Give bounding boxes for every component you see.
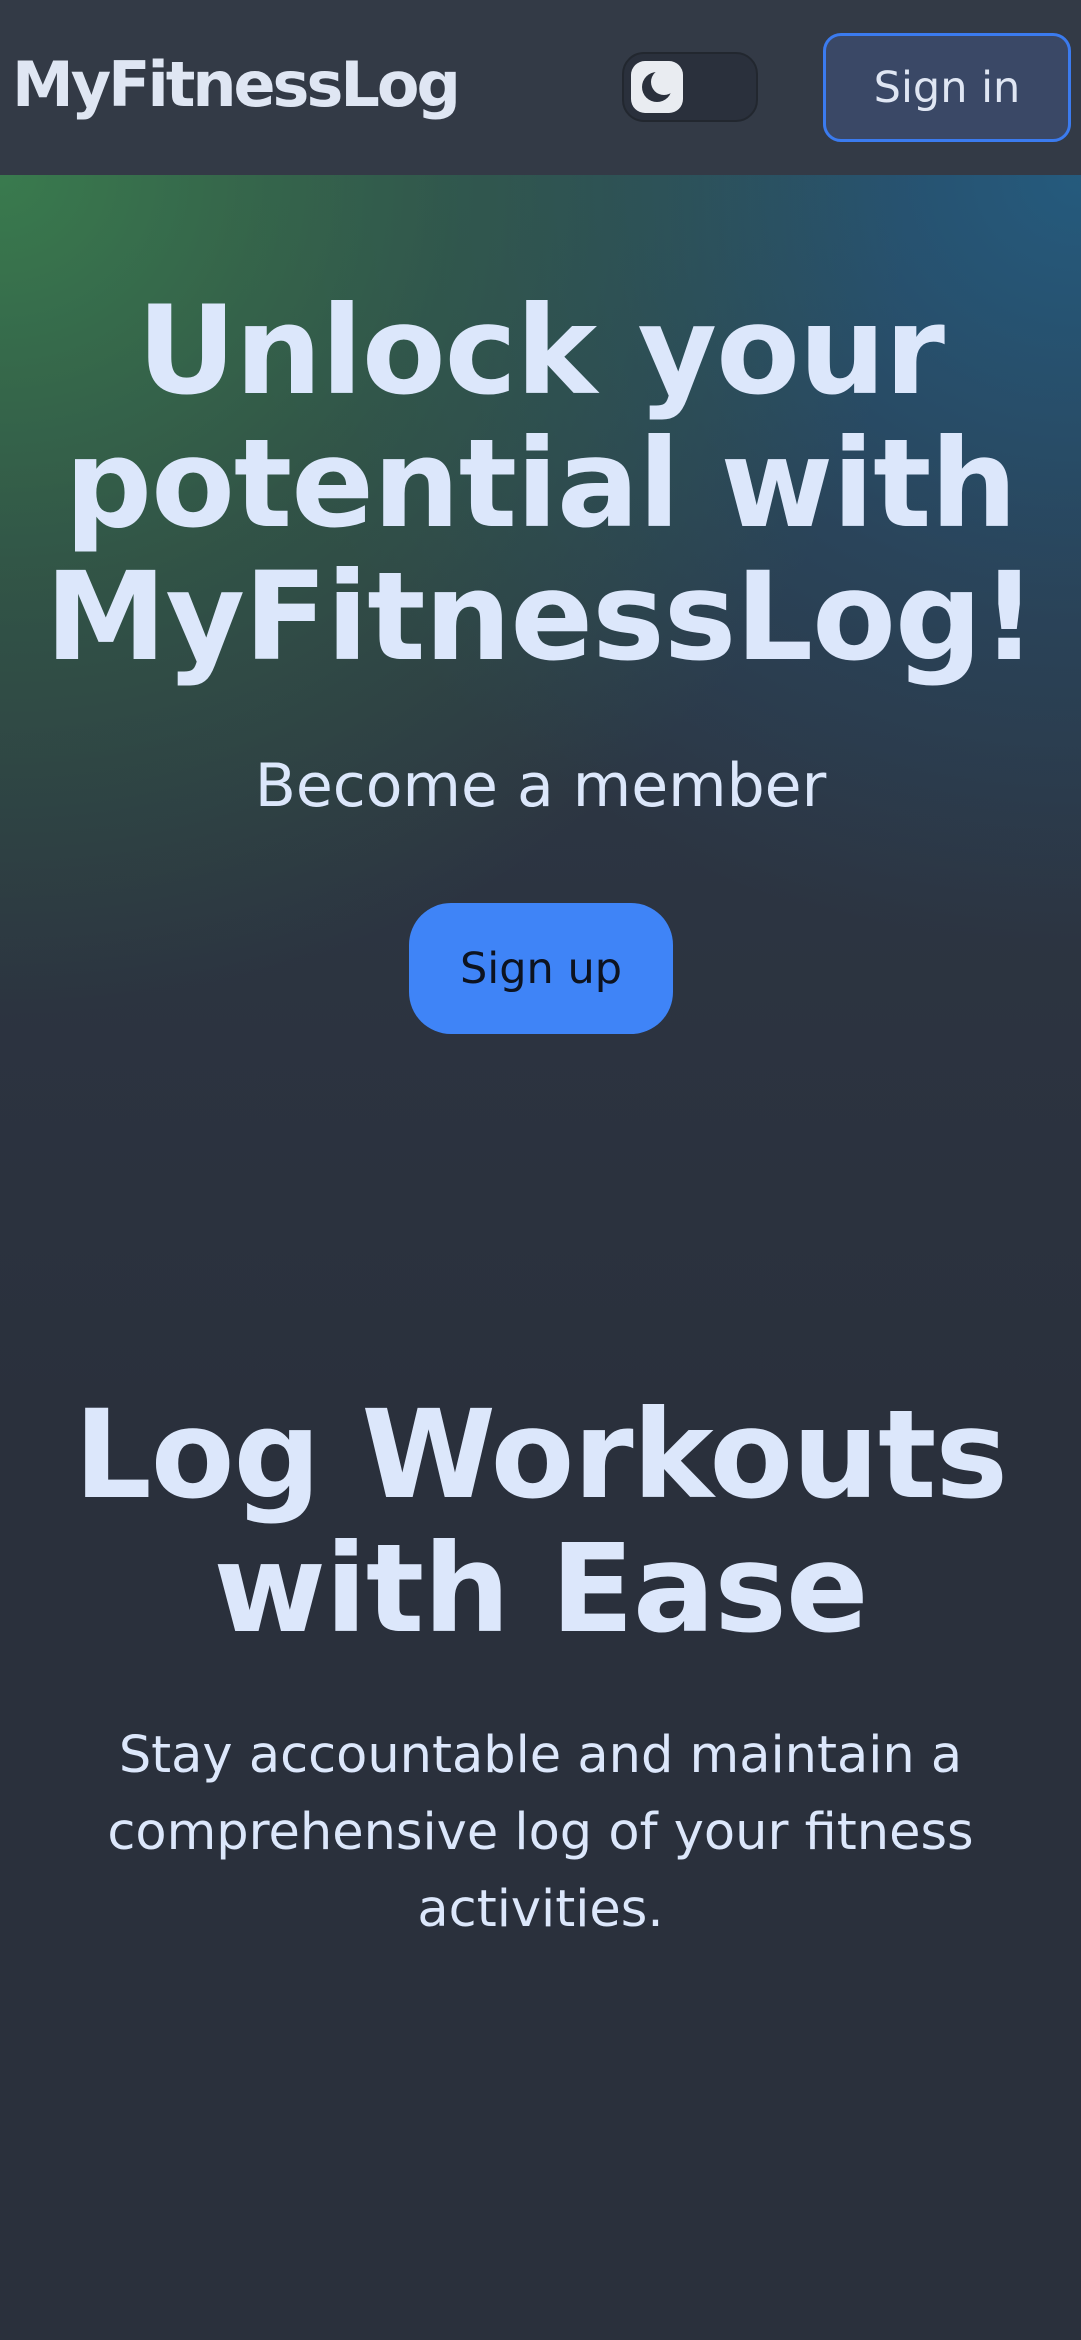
moon-icon: [642, 70, 674, 102]
page: MyFitnessLog Sign in Unlock your potenti…: [0, 0, 1081, 2340]
sign-in-button[interactable]: Sign in: [823, 33, 1071, 142]
toggle-knob: [631, 61, 683, 113]
feature-title: Log Workouts with Ease: [73, 1384, 1008, 1660]
brand-logo-text[interactable]: MyFitnessLog: [12, 48, 461, 121]
sign-up-button[interactable]: Sign up: [409, 903, 673, 1034]
theme-toggle[interactable]: [622, 52, 758, 122]
hero-title: Unlock your potential with MyFitnessLog!: [45, 280, 1037, 688]
hero-subtitle: Become a member: [254, 751, 827, 821]
hero-section: Unlock your potential with MyFitnessLog!…: [0, 175, 1081, 1440]
top-navbar: MyFitnessLog Sign in: [0, 0, 1081, 175]
feature-description: Stay accountable and maintain a comprehe…: [107, 1726, 974, 1939]
